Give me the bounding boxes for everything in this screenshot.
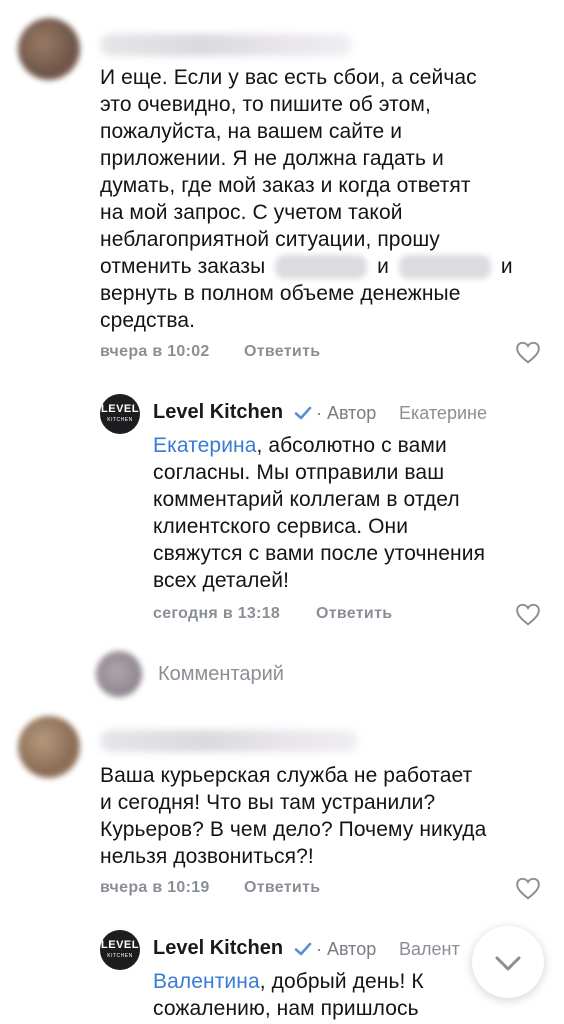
reply-button[interactable]: Ответить (244, 343, 320, 361)
mention-link[interactable]: Екатерина (153, 434, 257, 457)
reply-text: Екатерина, абсолютно с вами согласны. Мы… (153, 434, 486, 592)
comment-text: Ваша курьерская служба не работает и сег… (100, 764, 487, 868)
commenter-avatar[interactable] (18, 716, 80, 778)
comment-text: И еще. Если у вас есть сбои, а сейчас эт… (100, 66, 513, 332)
reply-addressee[interactable]: Валент (399, 939, 460, 960)
heart-outline-icon[interactable] (515, 876, 541, 900)
logo-text: LEVEL (101, 939, 139, 951)
commenter-avatar[interactable] (18, 18, 80, 80)
heart-outline-icon[interactable] (515, 340, 541, 364)
chevron-down-icon (495, 956, 521, 971)
verified-check-icon (294, 406, 312, 420)
level-kitchen-avatar[interactable]: LEVEL KITCHEN (100, 394, 140, 434)
redacted-order (398, 255, 491, 280)
reply-author-name[interactable]: Level Kitchen (153, 401, 283, 424)
reply-button[interactable]: Ответить (244, 879, 320, 897)
logo-text: LEVEL (101, 403, 139, 415)
comment-input[interactable]: Комментарий (158, 663, 284, 686)
verified-check-icon (294, 942, 312, 956)
reply-author-name[interactable]: Level Kitchen (153, 937, 283, 960)
current-user-avatar (96, 651, 142, 697)
redacted-order (275, 255, 368, 280)
reply-addressee[interactable]: Екатерине (399, 403, 487, 424)
commenter-name-redacted[interactable] (100, 730, 358, 752)
logo-subtext: KITCHEN (107, 417, 133, 423)
author-role-tag: · Автор (316, 403, 377, 423)
scroll-down-button[interactable] (472, 926, 544, 998)
heart-outline-icon[interactable] (515, 602, 541, 626)
commenter-name-redacted[interactable] (100, 34, 352, 56)
logo-subtext: KITCHEN (107, 953, 133, 959)
reply-timestamp: сегодня в 13:18 (153, 605, 281, 622)
author-role-tag: · Автор (316, 939, 377, 959)
reply-button[interactable]: Ответить (316, 605, 392, 623)
comment-timestamp: вчера в 10:02 (100, 343, 210, 360)
comment-timestamp: вчера в 10:19 (100, 879, 210, 896)
mention-link[interactable]: Валентина (153, 970, 260, 993)
level-kitchen-avatar[interactable]: LEVEL KITCHEN (100, 930, 140, 970)
